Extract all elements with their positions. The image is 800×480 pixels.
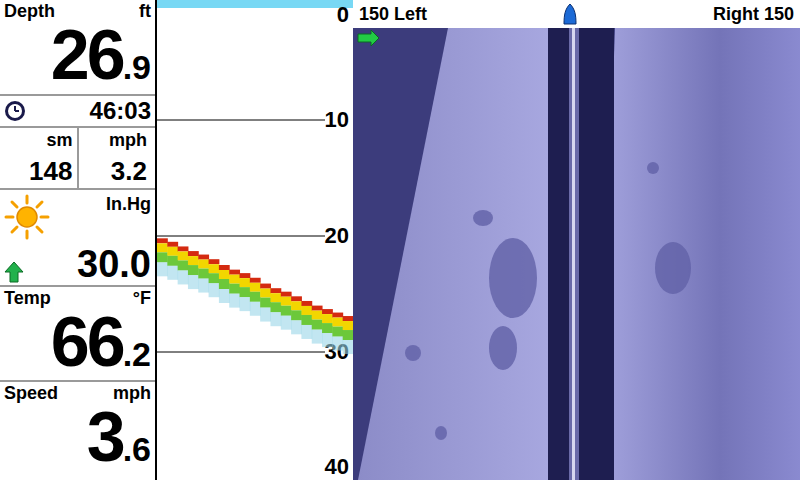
depth-label: Depth bbox=[4, 0, 55, 22]
bottom-return bbox=[209, 259, 220, 297]
bottom-return bbox=[240, 273, 251, 311]
timer-value: 46:03 bbox=[90, 97, 151, 125]
temp-value: 66.2 bbox=[4, 307, 151, 377]
left-range-label: 150 Left bbox=[359, 4, 427, 25]
bottom-return bbox=[198, 255, 209, 293]
surface-clutter bbox=[157, 0, 353, 8]
distance-unit: sm bbox=[46, 130, 72, 151]
temp-readout: Temp °F66.2 bbox=[0, 287, 155, 382]
barometer-readout: In.Hg 30.0 bbox=[0, 190, 155, 287]
side-imaging-image bbox=[353, 28, 800, 480]
fishfinder-screen: Depth ft26.9 46:03 sm 148 mph 3.2 In.Hg 30.0 Temp… bbox=[0, 0, 800, 480]
bottom-return bbox=[343, 316, 353, 354]
boat-icon bbox=[562, 3, 578, 25]
trip-speed-unit: mph bbox=[109, 130, 147, 151]
speed-label: Speed bbox=[4, 382, 58, 404]
depth-gridline bbox=[157, 236, 325, 237]
bottom-return bbox=[167, 242, 178, 280]
trip-speed-value: 3.2 bbox=[111, 158, 147, 184]
bottom-return bbox=[312, 306, 323, 344]
sun-icon bbox=[4, 194, 50, 240]
side-imaging-panel: 150 Left Right 150 bbox=[353, 0, 800, 480]
side-imaging-view bbox=[353, 28, 800, 480]
distance-value: 148 bbox=[29, 158, 72, 184]
side-imaging-header: 150 Left Right 150 bbox=[353, 0, 800, 28]
depth-scale-label: 40 bbox=[325, 454, 349, 479]
depth-gridline bbox=[157, 120, 325, 121]
sonar-plot: 010203040 bbox=[157, 0, 353, 480]
bottom-return bbox=[219, 265, 230, 303]
barometer-value: 30.0 bbox=[77, 245, 151, 283]
trip-readout: sm 148 mph 3.2 bbox=[0, 128, 155, 190]
depth-unit: ft bbox=[139, 0, 151, 22]
bottom-return bbox=[291, 296, 302, 334]
speed-value: 3.6 bbox=[4, 402, 151, 472]
barometer-unit: In.Hg bbox=[106, 194, 151, 215]
depth-scale-label: 20 bbox=[325, 223, 349, 248]
readout-panel: Depth ft26.9 46:03 sm 148 mph 3.2 In.Hg 30.0 Temp… bbox=[0, 0, 157, 480]
depth-value: 26.9 bbox=[4, 20, 151, 90]
bottom-return bbox=[260, 284, 271, 322]
speed-readout: Speedmph3.6 bbox=[0, 382, 155, 480]
temp-label: Temp bbox=[4, 287, 51, 309]
direction-arrow-icon bbox=[358, 30, 379, 46]
bottom-return bbox=[178, 246, 189, 284]
clock-icon bbox=[4, 100, 26, 122]
trend-arrow-icon bbox=[4, 261, 24, 283]
bottom-return bbox=[332, 313, 343, 351]
depth-scale-label: 10 bbox=[325, 107, 349, 132]
depth-readout: Depth ft26.9 bbox=[0, 0, 155, 96]
timer-readout: 46:03 bbox=[0, 96, 155, 128]
bottom-return bbox=[281, 292, 292, 330]
depth-gridline bbox=[157, 352, 325, 353]
bottom-return bbox=[229, 270, 240, 308]
bottom-return bbox=[270, 288, 281, 326]
bottom-return bbox=[301, 301, 312, 339]
bottom-return bbox=[157, 238, 168, 276]
depth-scale-label: 0 bbox=[337, 2, 349, 27]
temp-unit: °F bbox=[133, 287, 151, 309]
right-range-label: Right 150 bbox=[713, 4, 794, 25]
bottom-return bbox=[188, 251, 199, 289]
sonar-chart: 010203040 bbox=[157, 0, 353, 480]
bottom-return bbox=[322, 309, 333, 347]
bottom-return bbox=[250, 278, 261, 316]
